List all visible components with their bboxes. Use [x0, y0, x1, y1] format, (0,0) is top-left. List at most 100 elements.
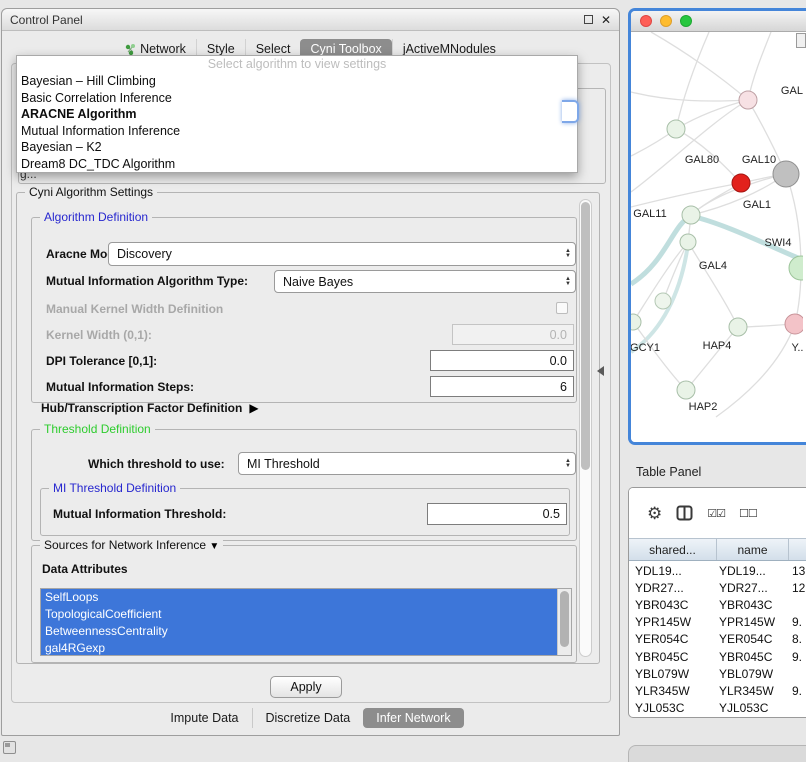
- list-item[interactable]: SelfLoops: [41, 589, 557, 606]
- network-edge[interactable]: [631, 216, 803, 284]
- column-header[interactable]: [789, 539, 806, 560]
- node-label: SWI4: [765, 237, 792, 249]
- panel-collapse-arrow-icon[interactable]: [597, 366, 604, 376]
- node-label: GCY1: [631, 342, 660, 354]
- list-item[interactable]: BetweennessCentrality: [41, 623, 557, 640]
- network-node[interactable]: [631, 314, 641, 330]
- network-node[interactable]: [667, 120, 685, 138]
- algorithm-combobox-endcap[interactable]: [562, 100, 579, 123]
- data-attributes-list[interactable]: SelfLoops TopologicalCoefficient Between…: [40, 588, 572, 656]
- manual-kernel-label: Manual Kernel Width Definition: [46, 302, 223, 316]
- network-canvas[interactable]: GAL80 GAL10 GAL11 GAL1 SWI4 GAL4 GCY1 HA…: [631, 32, 806, 444]
- network-edge[interactable]: [651, 32, 748, 100]
- mi-threshold-group: MI Threshold Definition Mutual Informati…: [40, 488, 570, 536]
- list-item[interactable]: TopologicalCoefficient: [41, 606, 557, 623]
- aracne-mode-value: Discovery: [117, 247, 172, 261]
- table-row[interactable]: YDL19...YDL19...13: [629, 562, 806, 579]
- node-label: GAL7: [781, 85, 803, 97]
- which-threshold-select[interactable]: MI Threshold ▲▼: [238, 452, 576, 475]
- network-edge[interactable]: [748, 32, 771, 100]
- combo-arrows-icon: ▲▼: [565, 277, 575, 287]
- network-node[interactable]: [655, 293, 671, 309]
- dropdown-item[interactable]: Bayesian – Hill Climbing: [17, 73, 577, 90]
- mi-type-value: Naive Bayes: [283, 275, 353, 289]
- threshold-definition-title: Threshold Definition: [40, 422, 155, 436]
- combo-arrows-icon: ▲▼: [565, 249, 575, 259]
- column-header[interactable]: name: [717, 539, 789, 560]
- mi-threshold-title: MI Threshold Definition: [49, 481, 180, 495]
- gear-icon[interactable]: ⚙: [647, 505, 662, 522]
- show-columns-icon[interactable]: [676, 505, 693, 521]
- mi-threshold-label: Mutual Information Threshold:: [53, 507, 226, 521]
- network-node[interactable]: [729, 318, 747, 336]
- float-window-icon[interactable]: [584, 15, 593, 24]
- network-scrollbar-stub[interactable]: [796, 33, 806, 48]
- table-row[interactable]: YLR345WYLR345W9.: [629, 682, 806, 699]
- kernel-width-label: Kernel Width (0,1):: [46, 328, 152, 342]
- table-row[interactable]: YPR145WYPR145W9.: [629, 614, 806, 631]
- window-minimize-button[interactable]: [660, 15, 672, 27]
- restore-panel-icon[interactable]: [3, 741, 16, 754]
- table-row[interactable]: YER054CYER054C8.: [629, 631, 806, 648]
- node-label: HAP4: [703, 340, 732, 352]
- deselect-all-icon[interactable]: ☐☐: [739, 507, 757, 520]
- hub-definition-expander[interactable]: Hub/Transcription Factor Definition ▶: [41, 401, 259, 415]
- sources-expander[interactable]: Sources for Network Inference ▼: [40, 538, 223, 552]
- network-node[interactable]: [785, 314, 803, 334]
- table-row[interactable]: YDR27...YDR27...12: [629, 579, 806, 596]
- network-node[interactable]: [680, 234, 696, 250]
- network-node-selected[interactable]: [732, 174, 750, 192]
- column-header[interactable]: shared...: [629, 539, 717, 560]
- settings-scrollbar-thumb[interactable]: [581, 202, 590, 470]
- combo-arrows-icon: ▲▼: [565, 459, 575, 469]
- table-row[interactable]: YBL079WYBL079W: [629, 665, 806, 682]
- close-icon[interactable]: ✕: [601, 14, 611, 26]
- table-row[interactable]: YJL053CYJL053C: [629, 700, 806, 717]
- mi-threshold-field[interactable]: 0.5: [427, 503, 567, 525]
- window-close-button[interactable]: [640, 15, 652, 27]
- manual-kernel-checkbox[interactable]: [556, 302, 568, 314]
- network-edge[interactable]: [688, 242, 738, 327]
- tab-infer-network[interactable]: Infer Network: [363, 708, 463, 728]
- dropdown-item[interactable]: Dream8 DC_TDC Algorithm: [17, 156, 577, 173]
- network-edge[interactable]: [633, 322, 686, 390]
- aracne-mode-select[interactable]: Discovery ▲▼: [108, 242, 576, 266]
- network-graph: GAL80 GAL10 GAL11 GAL1 SWI4 GAL4 GCY1 HA…: [631, 32, 803, 444]
- node-label: GAL1: [743, 199, 771, 211]
- network-edge[interactable]: [686, 327, 738, 390]
- network-node[interactable]: [682, 206, 700, 224]
- network-node[interactable]: [789, 256, 803, 280]
- network-edge[interactable]: [716, 324, 795, 417]
- which-threshold-label: Which threshold to use:: [88, 457, 225, 471]
- table-row[interactable]: YBR043CYBR043C: [629, 596, 806, 613]
- kernel-width-field[interactable]: 0.0: [452, 324, 574, 345]
- bottom-panel-strip: [628, 745, 806, 762]
- network-node[interactable]: [739, 91, 757, 109]
- mi-steps-label: Mutual Information Steps:: [46, 380, 194, 394]
- apply-button[interactable]: Apply: [270, 676, 342, 698]
- dropdown-item[interactable]: Basic Correlation Inference: [17, 90, 577, 107]
- expand-down-icon: ▼: [209, 541, 219, 552]
- tab-discretize-data[interactable]: Discretize Data: [252, 708, 364, 728]
- mi-steps-field[interactable]: 6: [430, 376, 574, 397]
- list-scrollbar[interactable]: [557, 589, 571, 655]
- table-toolbar: ⚙ ☑☑ ☐☐: [629, 488, 806, 538]
- dropdown-item[interactable]: Mutual Information Inference: [17, 123, 577, 140]
- network-node[interactable]: [677, 381, 695, 399]
- network-edge[interactable]: [631, 92, 748, 101]
- dropdown-item-selected[interactable]: ARACNE Algorithm: [17, 106, 577, 123]
- window-zoom-button[interactable]: [680, 15, 692, 27]
- list-item[interactable]: gal4RGexp: [41, 640, 557, 656]
- dropdown-item[interactable]: Bayesian – K2: [17, 139, 577, 156]
- control-panel-title: Control Panel: [10, 13, 83, 27]
- table-row[interactable]: YBR045CYBR045C9.: [629, 648, 806, 665]
- mi-type-select[interactable]: Naive Bayes ▲▼: [274, 270, 576, 293]
- settings-scrollbar[interactable]: [579, 199, 592, 657]
- network-node[interactable]: [773, 161, 799, 187]
- dpi-tolerance-label: DPI Tolerance [0,1]:: [46, 354, 157, 368]
- dpi-tolerance-field[interactable]: 0.0: [430, 350, 574, 371]
- tab-impute-data[interactable]: Impute Data: [157, 708, 251, 728]
- tab-label: Select: [256, 42, 291, 56]
- list-scrollbar-thumb[interactable]: [560, 591, 569, 647]
- select-all-icon[interactable]: ☑☑: [707, 507, 725, 520]
